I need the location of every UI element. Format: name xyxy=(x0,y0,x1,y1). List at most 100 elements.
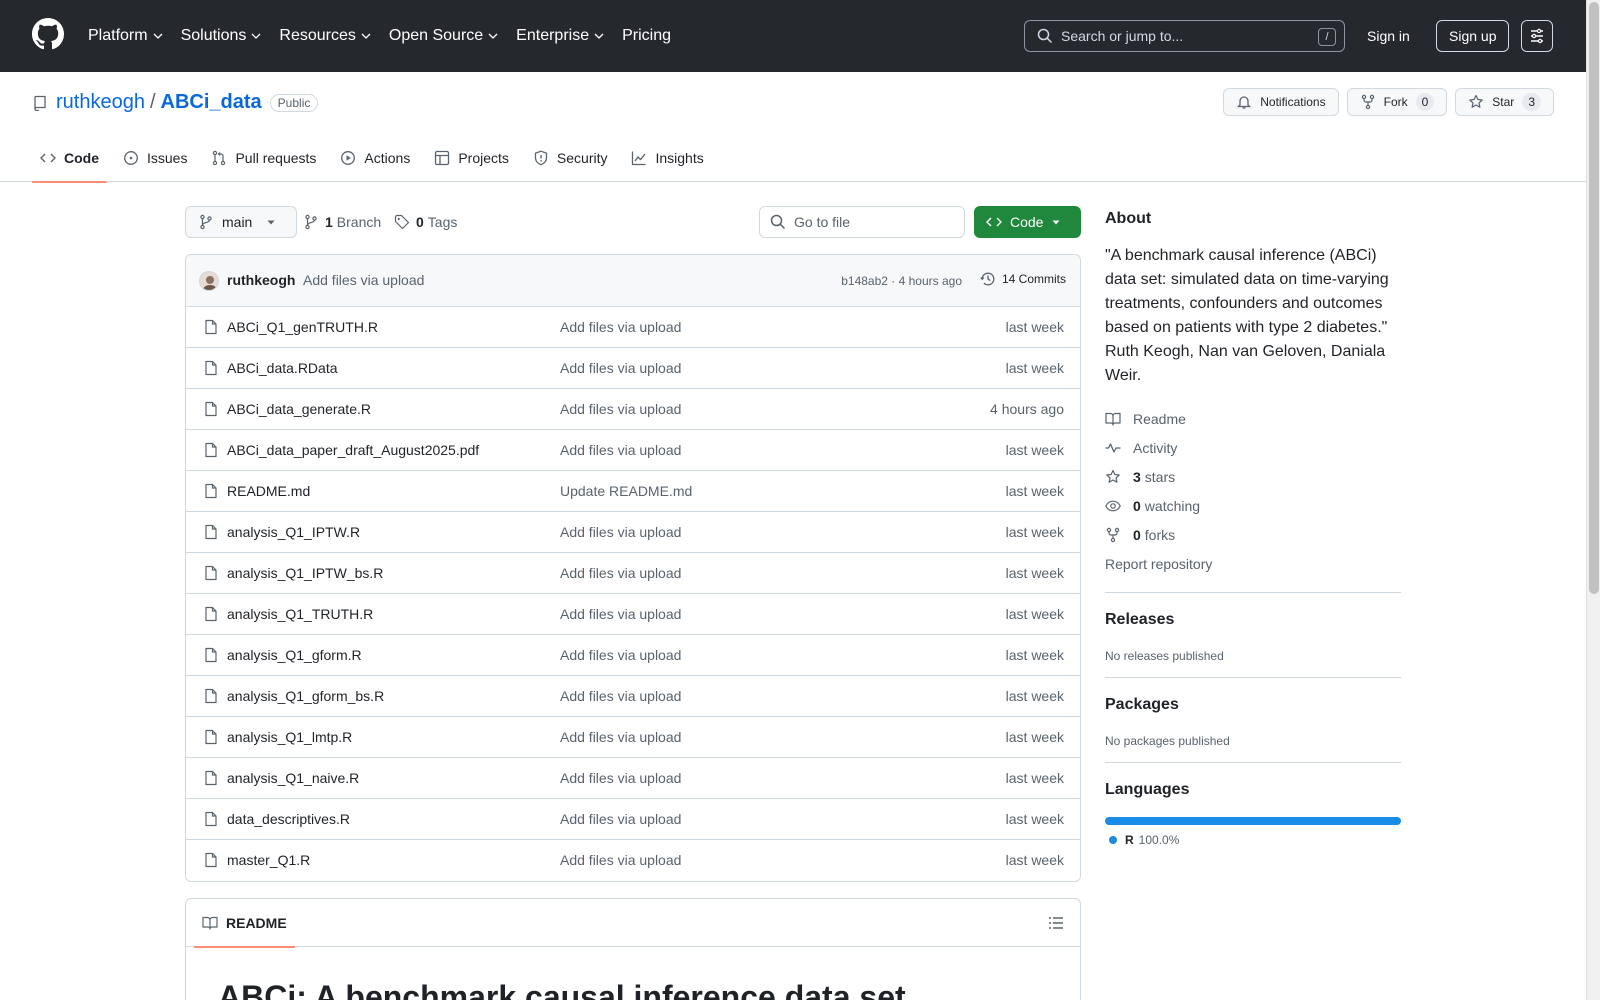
file-name-link[interactable]: data_descriptives.R xyxy=(227,811,350,827)
page-scrollbar[interactable] xyxy=(1586,0,1600,1000)
code-dropdown-button[interactable]: Code xyxy=(974,206,1081,238)
commit-hash-time[interactable]: b148ab2 · 4 hours ago xyxy=(841,274,962,288)
table-row[interactable]: data_descriptives.R Add files via upload l… xyxy=(186,799,1080,840)
file-icon xyxy=(205,360,217,376)
file-commit-message-link[interactable]: Add files via upload xyxy=(560,811,681,827)
nav-open-source[interactable]: Open Source xyxy=(389,27,498,45)
file-name-link[interactable]: analysis_Q1_TRUTH.R xyxy=(227,606,373,622)
file-commit-message-link[interactable]: Update README.md xyxy=(560,483,692,499)
sign-up-button[interactable]: Sign up xyxy=(1436,20,1510,52)
search-placeholder: Search or jump to... xyxy=(1061,28,1184,44)
table-row[interactable]: ABCi_data.RData Add files via upload last … xyxy=(186,348,1080,389)
stars-link[interactable]: 3 stars xyxy=(1105,462,1401,491)
notifications-button[interactable]: Notifications xyxy=(1223,88,1339,116)
repo-tabs: Code Issues Pull requests Actions Projec… xyxy=(32,134,720,183)
global-search-input[interactable]: Search or jump to... / xyxy=(1024,20,1345,52)
file-commit-message-link[interactable]: Add files via upload xyxy=(560,688,681,704)
readme-tab[interactable]: README xyxy=(194,899,295,948)
file-name-link[interactable]: ABCi_Q1_genTRUTH.R xyxy=(227,319,378,335)
nav-platform[interactable]: Platform xyxy=(88,27,163,45)
tab-issues[interactable]: Issues xyxy=(115,134,195,182)
repo-owner-link[interactable]: ruthkeogh xyxy=(56,91,145,114)
nav-enterprise[interactable]: Enterprise xyxy=(516,27,604,45)
watching-link[interactable]: 0 watching xyxy=(1105,491,1401,520)
file-name-link[interactable]: analysis_Q1_IPTW.R xyxy=(227,524,360,540)
list-outline-icon[interactable] xyxy=(1048,915,1064,931)
tags-link[interactable]: 0 Tags xyxy=(394,206,457,238)
file-name-link[interactable]: analysis_Q1_IPTW_bs.R xyxy=(227,565,383,581)
nav-solutions[interactable]: Solutions xyxy=(181,27,262,45)
file-commit-message-link[interactable]: Add files via upload xyxy=(560,606,681,622)
file-commit-date: last week xyxy=(1005,442,1064,458)
report-repository-link[interactable]: Report repository xyxy=(1105,549,1401,578)
commit-message-link[interactable]: Add files via upload xyxy=(303,272,424,288)
tab-security[interactable]: Security xyxy=(525,134,616,182)
tab-code[interactable]: Code xyxy=(32,134,107,183)
fork-button[interactable]: Fork 0 xyxy=(1346,88,1448,116)
table-row[interactable]: ABCi_data_paper_draft_August2025.pdf Add … xyxy=(186,430,1080,471)
packages-note: No packages published xyxy=(1105,734,1230,748)
tab-actions-label: Actions xyxy=(364,150,411,166)
table-row[interactable]: ABCi_Q1_genTRUTH.R Add files via upload la… xyxy=(186,307,1080,348)
repo-name-link[interactable]: ABCi_data xyxy=(161,91,262,114)
forks-link[interactable]: 0 forks xyxy=(1105,520,1401,549)
nav-resources[interactable]: Resources xyxy=(279,27,371,45)
packages-title[interactable]: Packages xyxy=(1105,696,1401,714)
tab-projects[interactable]: Projects xyxy=(426,134,517,182)
sign-in-link[interactable]: Sign in xyxy=(1355,20,1422,52)
table-row[interactable]: analysis_Q1_gform.R Add files via upload l… xyxy=(186,635,1080,676)
file-commit-message-link[interactable]: Add files via upload xyxy=(560,852,681,868)
table-row[interactable]: analysis_Q1_TRUTH.R Add files via upload l… xyxy=(186,594,1080,635)
fork-icon xyxy=(1361,94,1374,110)
file-commit-message-link[interactable]: Add files via upload xyxy=(560,524,681,540)
file-commit-message-link[interactable]: Add files via upload xyxy=(560,401,681,417)
stars-count: 3 xyxy=(1133,468,1141,485)
file-commit-message-link[interactable]: Add files via upload xyxy=(560,770,681,786)
branch-select-button[interactable]: main xyxy=(185,206,298,238)
file-commit-date: last week xyxy=(1005,688,1064,704)
file-name-link[interactable]: README.md xyxy=(227,483,310,499)
file-commit-message-link[interactable]: Add files via upload xyxy=(560,729,681,745)
table-row[interactable]: analysis_Q1_naive.R Add files via upload l… xyxy=(186,758,1080,799)
file-name-link[interactable]: ABCi_data_generate.R xyxy=(227,401,371,417)
file-commit-message-link[interactable]: Add files via upload xyxy=(560,360,681,376)
star-button[interactable]: Star 3 xyxy=(1455,88,1554,116)
commit-author-link[interactable]: ruthkeogh xyxy=(227,272,295,288)
file-name-link[interactable]: master_Q1.R xyxy=(227,852,310,868)
file-commit-message-link[interactable]: Add files via upload xyxy=(560,647,681,663)
commits-link[interactable]: 14 Commits xyxy=(980,271,1066,287)
table-row[interactable]: ABCi_data_generate.R Add files via upload… xyxy=(186,389,1080,430)
scrollbar-thumb[interactable] xyxy=(1589,2,1599,594)
tab-insights[interactable]: Insights xyxy=(623,134,711,182)
file-name-link[interactable]: ABCi_data.RData xyxy=(227,360,338,376)
file-commit-message-link[interactable]: Add files via upload xyxy=(560,442,681,458)
file-name-link[interactable]: analysis_Q1_gform.R xyxy=(227,647,362,663)
header-menu-button[interactable] xyxy=(1521,20,1553,52)
activity-link[interactable]: Activity xyxy=(1105,433,1401,462)
table-row[interactable]: README.md Update README.md last week xyxy=(186,471,1080,512)
language-color-dot xyxy=(1109,836,1117,844)
table-row[interactable]: analysis_Q1_lmtp.R Add files via upload la… xyxy=(186,717,1080,758)
table-row[interactable]: analysis_Q1_gform_bs.R Add files via uplo… xyxy=(186,676,1080,717)
releases-title[interactable]: Releases xyxy=(1105,611,1401,629)
table-row[interactable]: analysis_Q1_IPTW.R Add files via upload la… xyxy=(186,512,1080,553)
go-to-file-input[interactable]: Go to file xyxy=(759,206,965,238)
tab-pull-requests[interactable]: Pull requests xyxy=(203,134,324,182)
branches-link[interactable]: 1 Branch xyxy=(303,206,381,238)
table-row[interactable]: master_Q1.R Add files via upload last week xyxy=(186,840,1080,881)
file-commit-date: last week xyxy=(1005,647,1064,663)
nav-pricing[interactable]: Pricing xyxy=(622,27,671,45)
language-item-r[interactable]: R 100.0% xyxy=(1105,833,1401,847)
github-logo-icon[interactable] xyxy=(32,18,64,50)
readme-link[interactable]: Readme xyxy=(1105,404,1401,433)
file-name-link[interactable]: analysis_Q1_gform_bs.R xyxy=(227,688,384,704)
tab-actions[interactable]: Actions xyxy=(332,134,418,182)
tab-code-label: Code xyxy=(64,150,99,166)
avatar[interactable] xyxy=(199,271,219,291)
file-name-link[interactable]: analysis_Q1_naive.R xyxy=(227,770,359,786)
file-commit-message-link[interactable]: Add files via upload xyxy=(560,319,681,335)
file-name-link[interactable]: analysis_Q1_lmtp.R xyxy=(227,729,352,745)
file-name-link[interactable]: ABCi_data_paper_draft_August2025.pdf xyxy=(227,442,479,458)
table-row[interactable]: analysis_Q1_IPTW_bs.R Add files via uploa… xyxy=(186,553,1080,594)
file-commit-message-link[interactable]: Add files via upload xyxy=(560,565,681,581)
